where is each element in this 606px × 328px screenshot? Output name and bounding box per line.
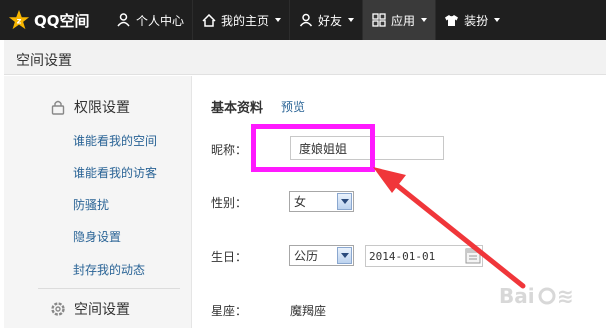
nav-personal-center[interactable]: 个人中心: [108, 0, 192, 40]
chevron-down-icon: [348, 18, 355, 22]
basic-info-panel: 基本资料 预览 昵称： 性别： 女 生日： 公历 星座： 魔羯座: [193, 76, 606, 328]
logo-text: QQ空间: [34, 11, 90, 30]
dropdown-arrow-icon: [337, 247, 352, 264]
nav-my-homepage[interactable]: 我的主页: [193, 0, 289, 40]
apps-grid-icon: [371, 13, 386, 28]
nav-dress-up-label: 装扮: [464, 13, 489, 28]
sidebar-item-who-can-view-visitors[interactable]: 谁能看我的访客: [73, 164, 157, 181]
calendar-icon[interactable]: [465, 247, 481, 264]
zodiac-label: 星座：: [211, 304, 248, 318]
qzone-logo[interactable]: z QQ空间: [0, 0, 108, 40]
chevron-down-icon: [275, 18, 282, 22]
nav-friends-label: 好友: [318, 13, 343, 28]
person-icon: [116, 13, 131, 28]
sidebar-divider: [38, 288, 180, 289]
calendar-type-select[interactable]: 公历: [289, 245, 354, 266]
nickname-input[interactable]: [290, 136, 444, 160]
gender-select-value: 女: [294, 195, 307, 209]
sidebar-section-permissions[interactable]: 权限设置: [50, 97, 130, 117]
preview-link[interactable]: 预览: [281, 98, 305, 115]
sidebar-item-invisible-settings[interactable]: 隐身设置: [73, 228, 121, 245]
friends-icon: [298, 13, 313, 28]
sidebar-section-space-settings-title: 空间设置: [74, 302, 130, 318]
zodiac-value: 魔羯座: [290, 304, 327, 318]
sidebar-section-permissions-title: 权限设置: [74, 100, 130, 116]
page-title: 空间设置: [16, 53, 72, 69]
settings-sidebar: 权限设置 谁能看我的空间 谁能看我的访客 防骚扰 隐身设置 封存我的动态 空间设…: [4, 76, 192, 328]
nav-personal-center-label: 个人中心: [136, 13, 185, 28]
calendar-type-value: 公历: [294, 249, 319, 263]
nav-my-homepage-label: 我的主页: [221, 13, 270, 28]
top-navigation-bar: z QQ空间 个人中心 我的主页 好友 应用 装扮: [0, 0, 606, 40]
nav-apps-label: 应用: [391, 13, 416, 28]
sidebar-section-space-settings[interactable]: 空间设置: [50, 299, 130, 319]
lock-icon: [50, 99, 66, 115]
sidebar-item-anti-harassment[interactable]: 防骚扰: [73, 196, 109, 213]
nav-dress-up[interactable]: 装扮: [436, 0, 508, 40]
birthday-label: 生日：: [211, 250, 248, 264]
gear-icon: [50, 301, 66, 317]
nav-apps[interactable]: 应用: [363, 0, 436, 40]
home-icon: [201, 13, 216, 28]
chevron-down-icon: [421, 18, 428, 22]
shirt-icon: [444, 13, 459, 28]
gender-select[interactable]: 女: [289, 191, 354, 212]
gender-label: 性别：: [211, 196, 248, 210]
svg-text:z: z: [17, 16, 22, 26]
page-title-bar: 空间设置: [4, 40, 606, 75]
basic-info-heading: 基本资料: [211, 101, 264, 116]
nav-friends[interactable]: 好友: [290, 0, 362, 40]
sidebar-item-who-can-view-space[interactable]: 谁能看我的空间: [73, 132, 157, 149]
nickname-label: 昵称：: [211, 143, 248, 157]
chevron-down-icon: [494, 18, 501, 22]
dropdown-arrow-icon: [337, 193, 352, 210]
star-logo-icon: z: [8, 9, 30, 30]
sidebar-item-archive-feeds[interactable]: 封存我的动态: [73, 261, 145, 278]
